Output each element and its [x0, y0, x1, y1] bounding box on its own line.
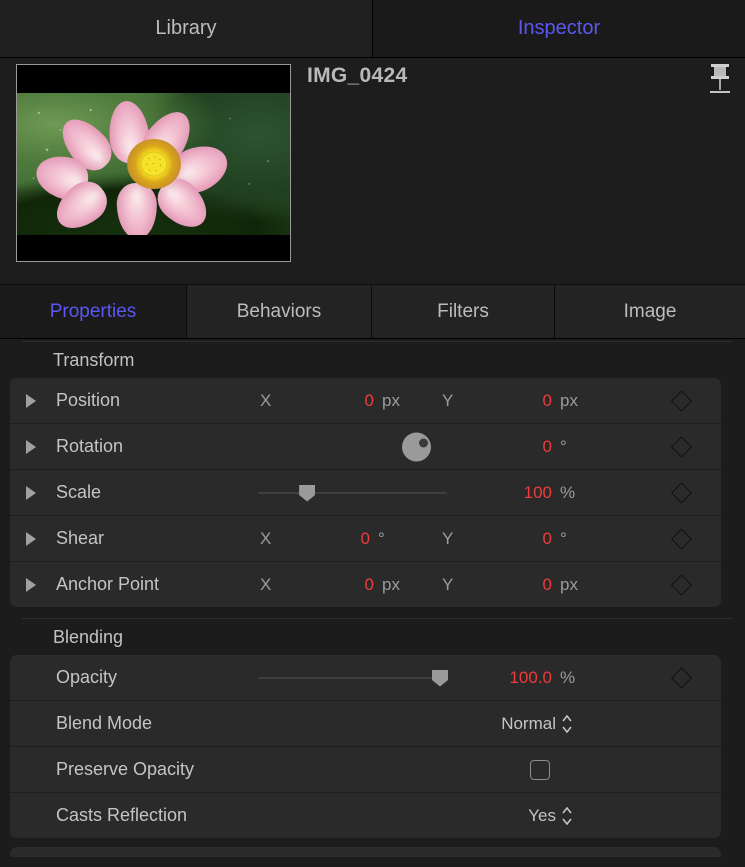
tab-filters[interactable]: Filters — [371, 285, 554, 338]
pin-icon[interactable] — [705, 62, 735, 98]
opacity-slider-track — [258, 677, 440, 679]
row-label-preserve-opacity: Preserve Opacity — [56, 747, 194, 792]
tab-properties[interactable]: Properties — [0, 285, 186, 338]
properties-panel: Transform Position X 0 px Y 0 px Rotatio… — [0, 341, 745, 857]
row-label-opacity: Opacity — [56, 655, 117, 700]
disclosure-triangle-icon[interactable] — [26, 532, 36, 546]
inspector-header: IMG_0424 — [0, 58, 745, 284]
chevron-updown-icon[interactable] — [561, 713, 573, 735]
row-preserve-opacity[interactable]: Preserve Opacity — [10, 747, 721, 793]
panel-tab-inspector[interactable]: Inspector — [372, 0, 745, 57]
position-y-axis-label: Y — [442, 378, 453, 423]
row-label-position: Position — [56, 378, 120, 423]
row-shear[interactable]: Shear X 0 ° Y 0 ° — [10, 516, 721, 562]
tab-properties-label: Properties — [50, 301, 137, 323]
chevron-updown-icon[interactable] — [561, 805, 573, 827]
shear-x-unit: ° — [378, 516, 385, 561]
rotation-value[interactable]: 0 — [488, 424, 552, 469]
position-y-unit: px — [560, 378, 578, 423]
scale-value[interactable]: 100 — [476, 470, 552, 515]
chevron-updown-icon-svg — [561, 713, 573, 735]
opacity-slider-thumb[interactable] — [432, 670, 448, 687]
anchor-x-axis-label: X — [260, 562, 271, 607]
preserve-opacity-checkbox[interactable] — [530, 760, 550, 780]
anchor-x-unit: px — [382, 562, 400, 607]
anchor-x-value[interactable]: 0 — [310, 562, 374, 607]
scale-slider-track — [258, 492, 447, 494]
position-x-value[interactable]: 0 — [310, 378, 374, 423]
thumbnail-image — [17, 93, 290, 235]
tab-behaviors[interactable]: Behaviors — [186, 285, 371, 338]
rotation-unit: ° — [560, 424, 567, 469]
shear-y-axis-label: Y — [442, 516, 453, 561]
opacity-unit: % — [560, 655, 575, 700]
tab-image-label: Image — [624, 301, 677, 323]
blend-mode-value[interactable]: Normal — [410, 701, 556, 746]
group-spacer — [0, 607, 745, 616]
group-spacer — [0, 838, 745, 847]
scale-unit: % — [560, 470, 575, 515]
panel-tab-library[interactable]: Library — [0, 0, 372, 57]
shear-x-axis-label: X — [260, 516, 271, 561]
inspector-tab-bar: Properties Behaviors Filters Image — [0, 284, 745, 339]
panel-tab-inspector-label: Inspector — [518, 17, 600, 40]
shear-x-value[interactable]: 0 — [306, 516, 370, 561]
section-heading-blending: Blending — [0, 619, 745, 655]
keyframe-diamond-icon[interactable] — [671, 528, 692, 549]
row-scale[interactable]: Scale 100 % — [10, 470, 721, 516]
keyframe-diamond-icon[interactable] — [671, 390, 692, 411]
position-x-axis-label: X — [260, 378, 271, 423]
opacity-slider[interactable] — [258, 670, 440, 686]
row-label-rotation: Rotation — [56, 424, 123, 469]
row-casts-reflection[interactable]: Casts Reflection Yes — [10, 793, 721, 838]
keyframe-diamond-icon[interactable] — [671, 436, 692, 457]
anchor-y-unit: px — [560, 562, 578, 607]
disclosure-triangle-icon[interactable] — [26, 578, 36, 592]
next-group-stub — [10, 847, 721, 857]
section-heading-transform: Transform — [0, 342, 745, 378]
anchor-y-value[interactable]: 0 — [488, 562, 552, 607]
row-rotation[interactable]: Rotation 0 ° — [10, 424, 721, 470]
row-label-anchor-point: Anchor Point — [56, 562, 159, 607]
row-label-scale: Scale — [56, 470, 101, 515]
row-opacity[interactable]: Opacity 100.0 % — [10, 655, 721, 701]
row-label-blend-mode: Blend Mode — [56, 701, 152, 746]
position-x-unit: px — [382, 378, 400, 423]
row-label-casts-reflection: Casts Reflection — [56, 793, 187, 838]
transform-rows-group: Position X 0 px Y 0 px Rotation 0 ° Scal… — [10, 378, 721, 607]
keyframe-diamond-icon[interactable] — [671, 574, 692, 595]
casts-reflection-value[interactable]: Yes — [410, 793, 556, 838]
opacity-value[interactable]: 100.0 — [462, 655, 552, 700]
disclosure-triangle-icon[interactable] — [26, 440, 36, 454]
row-anchor-point[interactable]: Anchor Point X 0 px Y 0 px — [10, 562, 721, 607]
tab-behaviors-label: Behaviors — [237, 301, 322, 323]
thumbnail-preview[interactable] — [16, 64, 291, 262]
keyframe-diamond-icon[interactable] — [671, 482, 692, 503]
row-blend-mode[interactable]: Blend Mode Normal — [10, 701, 721, 747]
scale-slider-thumb[interactable] — [299, 485, 315, 502]
panel-tab-library-label: Library — [155, 17, 216, 40]
seedpod-dots — [140, 152, 167, 177]
disclosure-triangle-icon[interactable] — [26, 394, 36, 408]
page-title: IMG_0424 — [307, 64, 407, 88]
petal — [116, 182, 158, 235]
shear-y-value[interactable]: 0 — [488, 516, 552, 561]
disclosure-triangle-icon[interactable] — [26, 486, 36, 500]
anchor-y-axis-label: Y — [442, 562, 453, 607]
row-position[interactable]: Position X 0 px Y 0 px — [10, 378, 721, 424]
keyframe-diamond-icon[interactable] — [671, 667, 692, 688]
rotation-dial-handle — [419, 438, 428, 447]
position-y-value[interactable]: 0 — [488, 378, 552, 423]
tab-image[interactable]: Image — [554, 285, 745, 338]
blending-rows-group: Opacity 100.0 % Blend Mode Normal Preser… — [10, 655, 721, 838]
shear-y-unit: ° — [560, 516, 567, 561]
tab-filters-label: Filters — [437, 301, 489, 323]
row-label-shear: Shear — [56, 516, 104, 561]
pin-icon-svg — [705, 62, 735, 98]
panel-tab-bar: Library Inspector — [0, 0, 745, 58]
flower-seedpod — [140, 152, 167, 177]
rotation-dial[interactable] — [402, 432, 431, 461]
chevron-updown-icon-svg — [561, 805, 573, 827]
scale-slider[interactable] — [258, 485, 447, 501]
